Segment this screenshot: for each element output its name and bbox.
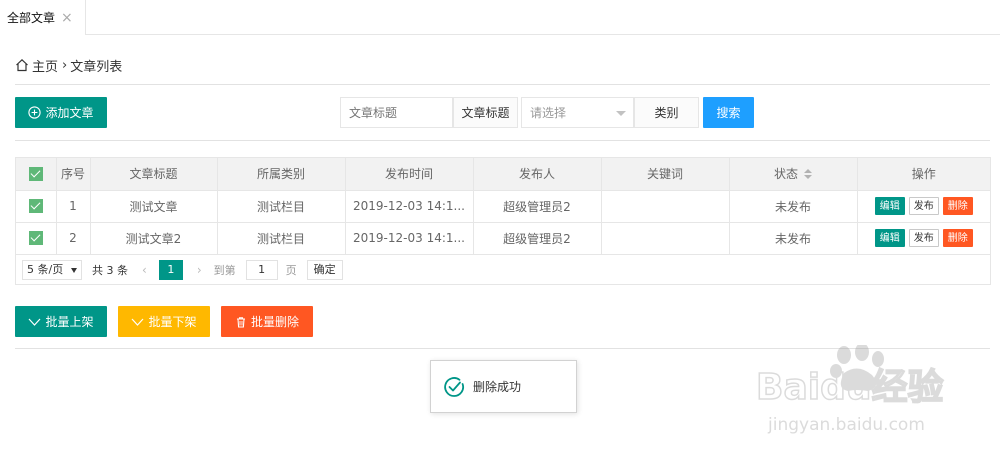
check-icon <box>28 231 43 246</box>
trash-icon <box>236 316 245 328</box>
cell-status: 未发布 <box>729 222 858 255</box>
cell-category: 测试栏目 <box>217 190 346 223</box>
row-checkbox[interactable] <box>16 190 57 223</box>
goto-page-input[interactable]: 1 <box>245 260 278 280</box>
goto-label: 到第 <box>213 264 236 277</box>
edit-button[interactable]: 编辑 <box>874 197 905 215</box>
header-category: 所属类别 <box>217 158 346 191</box>
cell-title: 测试文章2 <box>90 222 218 255</box>
delete-button[interactable]: 删除 <box>942 229 973 247</box>
header-time: 发布时间 <box>345 158 474 191</box>
breadcrumb-current: 文章列表 <box>70 59 123 75</box>
batch-on-shelf-button[interactable]: 批量上架 <box>15 306 107 337</box>
divider <box>15 84 990 85</box>
batch-off-shelf-button[interactable]: 批量下架 <box>118 306 210 337</box>
select-all-checkbox[interactable] <box>16 158 57 191</box>
chevron-down-icon <box>132 318 144 326</box>
page-unit-label: 页 <box>285 264 297 277</box>
title-label: 文章标题 <box>453 97 518 128</box>
search-button[interactable]: 搜索 <box>703 97 754 128</box>
current-page[interactable]: 1 <box>158 260 183 280</box>
cell-keywords <box>601 190 730 223</box>
prev-page-icon[interactable]: ‹ <box>142 263 147 277</box>
cell-author: 超级管理员2 <box>473 190 602 223</box>
toast-message: 删除成功 <box>473 380 522 394</box>
category-label: 类别 <box>634 97 699 128</box>
home-icon <box>16 58 28 72</box>
tab-bar: 全部文章 × <box>0 0 1000 35</box>
table-row: 2 测试文章2 测试栏目 2019-12-03 14:1... 超级管理员2 未… <box>16 222 990 255</box>
row-checkbox[interactable] <box>16 222 57 255</box>
header-keywords: 关键词 <box>601 158 730 191</box>
watermark-brand: Baidu经验 <box>756 367 943 408</box>
breadcrumb: 主页 › 文章列表 <box>15 55 122 75</box>
sort-icon[interactable] <box>804 168 812 181</box>
caret-down-icon <box>616 111 626 116</box>
breadcrumb-home[interactable]: 主页 <box>32 56 58 75</box>
header-author: 发布人 <box>473 158 602 191</box>
total-count: 共 3 条 <box>92 264 128 277</box>
header-index: 序号 <box>56 158 91 191</box>
cell-index: 2 <box>56 222 91 255</box>
table-row: 1 测试文章 测试栏目 2019-12-03 14:1... 超级管理员2 未发… <box>16 190 990 223</box>
title-search-input[interactable] <box>340 97 453 128</box>
close-icon[interactable]: × <box>61 0 73 36</box>
publish-button[interactable]: 发布 <box>908 229 939 247</box>
tab-label: 全部文章 <box>7 11 56 25</box>
publish-button[interactable]: 发布 <box>908 197 939 215</box>
cell-title: 测试文章 <box>90 190 218 223</box>
cell-actions: 编辑 发布 删除 <box>857 222 990 255</box>
success-check-icon <box>444 376 464 397</box>
header-actions: 操作 <box>857 158 990 191</box>
goto-confirm-button[interactable]: 确定 <box>306 260 343 280</box>
page-size-select[interactable]: 5 条/页 <box>22 260 82 280</box>
article-table: 序号 文章标题 所属类别 发布时间 发布人 关键词 状态 操作 1 测试文章 测… <box>15 157 991 285</box>
divider <box>15 140 990 141</box>
cell-actions: 编辑 发布 删除 <box>857 190 990 223</box>
edit-button[interactable]: 编辑 <box>874 229 905 247</box>
chevron-right-icon: › <box>62 57 68 73</box>
watermark-url: jingyan.baidu.com <box>767 415 925 435</box>
batch-delete-button[interactable]: 批量删除 <box>221 306 313 337</box>
cell-keywords <box>601 222 730 255</box>
cell-time: 2019-12-03 14:1... <box>345 190 474 223</box>
table-header-row: 序号 文章标题 所属类别 发布时间 发布人 关键词 状态 操作 <box>16 158 990 191</box>
next-page-icon[interactable]: › <box>197 263 202 277</box>
add-article-button[interactable]: 添加文章 <box>15 97 107 128</box>
caret-down-icon <box>71 268 77 273</box>
cell-index: 1 <box>56 190 91 223</box>
check-icon <box>28 167 43 181</box>
cell-status: 未发布 <box>729 190 858 223</box>
success-toast: 删除成功 <box>430 360 577 413</box>
category-select[interactable]: 请选择 <box>521 97 634 128</box>
plus-circle-icon <box>28 106 42 119</box>
paw-logo-icon: Baidu经验 jingyan.baidu.com <box>755 343 944 435</box>
cell-time: 2019-12-03 14:1... <box>345 222 474 255</box>
pagination: 5 条/页 共 3 条 ‹ 1 › 到第 1 页 确定 <box>16 255 990 285</box>
check-icon <box>28 199 43 214</box>
watermark: Baidu经验 jingyan.baidu.com <box>752 343 992 445</box>
tab-all-articles[interactable]: 全部文章 × <box>0 0 86 35</box>
chevron-down-icon <box>29 318 41 326</box>
header-title: 文章标题 <box>90 158 218 191</box>
delete-button[interactable]: 删除 <box>942 197 973 215</box>
header-status[interactable]: 状态 <box>729 158 858 191</box>
cell-category: 测试栏目 <box>217 222 346 255</box>
cell-author: 超级管理员2 <box>473 222 602 255</box>
